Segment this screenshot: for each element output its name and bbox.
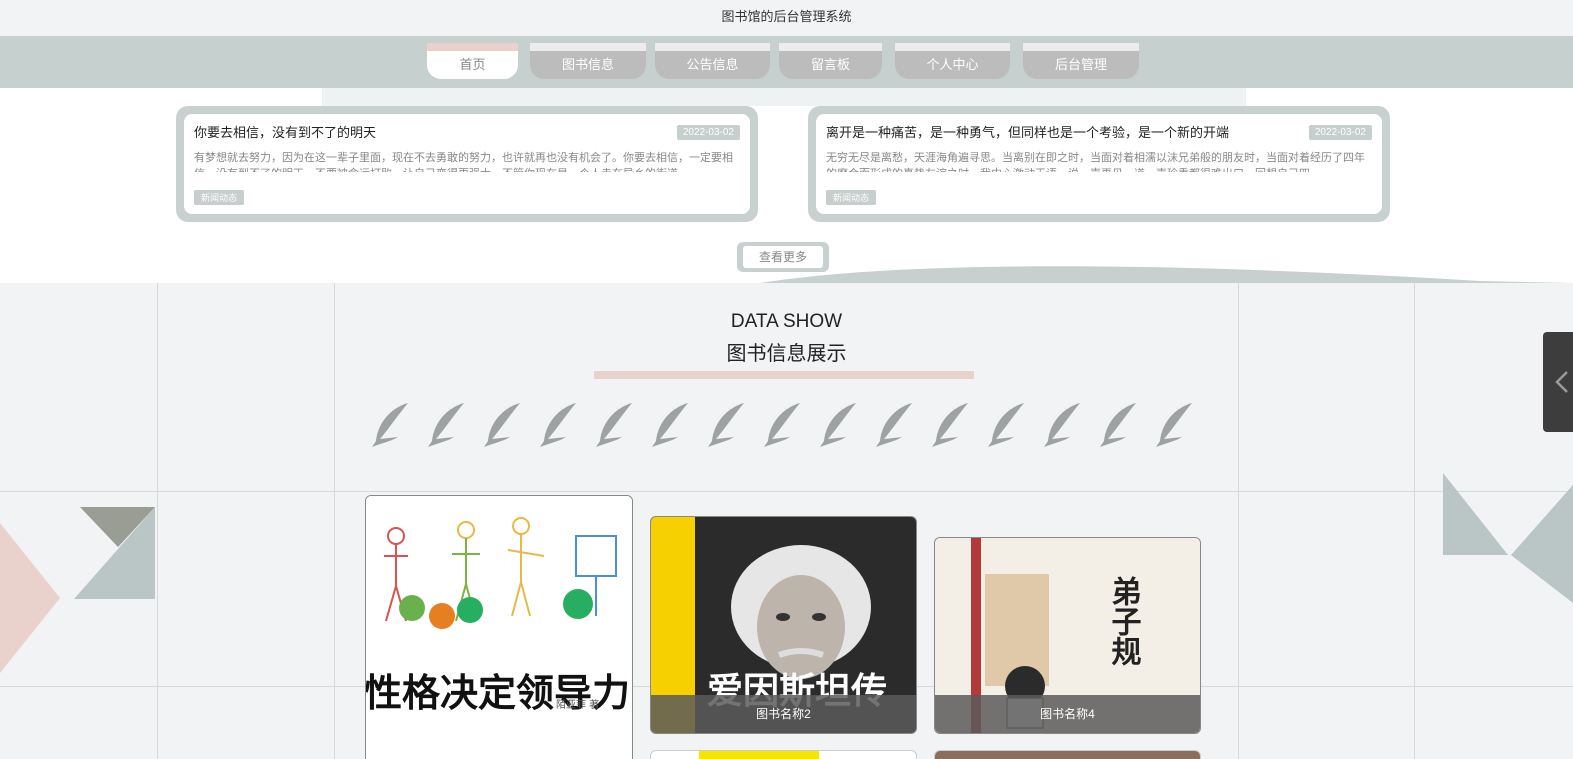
news-category-tag: 新闻动态 [826, 190, 877, 205]
feather-icon [484, 403, 520, 447]
nav-bar: 首页 图书信息 公告信息 留言板 个人中心 后台管理 [0, 36, 1573, 88]
news-card[interactable]: 离开是一种痛苦，是一种勇气，但同样也是一个考验，是一个新的开端 2022-03-… [808, 106, 1390, 222]
tab-home[interactable]: 首页 [427, 43, 518, 79]
book-cover-image [935, 751, 1200, 759]
feather-icon-row [372, 403, 1192, 447]
book-cover-author: 陌亚菲 著 [556, 698, 599, 711]
book-card[interactable]: 弟子规 图书名称4 [934, 537, 1201, 734]
feather-icon [652, 403, 688, 447]
decor-shapes-right [1443, 473, 1573, 603]
feather-icon [540, 403, 576, 447]
decor-shapes-left [0, 507, 155, 673]
news-area-band [322, 88, 1246, 106]
book-card[interactable]: 爱因斯坦传 图书名称2 [650, 516, 917, 734]
feather-icon [1044, 403, 1080, 447]
book-name: 图书名称4 [935, 695, 1200, 733]
book-card[interactable] [934, 750, 1201, 759]
feather-icon [820, 403, 856, 447]
wave-divider [760, 266, 1573, 285]
feather-icon [1156, 403, 1192, 447]
book-name: 图书名称2 [651, 695, 916, 733]
news-title[interactable]: 离开是一种痛苦，是一种勇气，但同样也是一个考验，是一个新的开端 [826, 122, 1372, 144]
tab-announcements[interactable]: 公告信息 [655, 43, 770, 79]
book-cover-image: 性格决定领导力 陌亚菲 著 [366, 496, 632, 759]
section-title-en: DATA SHOW [730, 311, 843, 332]
feather-icon [876, 403, 912, 447]
feather-icon [764, 403, 800, 447]
news-category-tag: 新闻动态 [194, 190, 245, 205]
tab-admin[interactable]: 后台管理 [1023, 43, 1139, 79]
book-card[interactable] [650, 750, 917, 759]
side-panel-toggle[interactable] [1543, 332, 1573, 432]
grid-line [0, 491, 1573, 492]
news-excerpt: 无穷无尽是离愁，天涯海角遍寻思。当离别在即之时，当面对着相濡以沫兄弟般的朋友时，… [826, 152, 1365, 172]
section-underline [594, 371, 974, 379]
feather-icon [708, 403, 744, 447]
book-cover-title: 弟子规 [1106, 576, 1142, 667]
app-title: 图书馆的后台管理系统 [721, 9, 852, 24]
news-card-inner: 你要去相信，没有到不了的明天 2022-03-02 有梦想就去努力，因为在这一辈… [184, 114, 750, 214]
feather-icon [372, 403, 408, 447]
title-bar: 图书馆的后台管理系统 [0, 0, 1573, 36]
tab-book-info[interactable]: 图书信息 [530, 43, 646, 79]
feather-icon [428, 403, 464, 447]
news-date-badge: 2022-03-02 [1308, 125, 1372, 140]
news-excerpt: 有梦想就去努力，因为在这一辈子里面，现在不去勇敢的努力，也许就再也没有机会了。你… [194, 152, 733, 172]
data-show-section: DATA SHOW 图书信息展示 性格决定领导力 陌亚菲 著 爱因斯坦传 图书名… [0, 283, 1573, 759]
news-card[interactable]: 你要去相信，没有到不了的明天 2022-03-02 有梦想就去努力，因为在这一辈… [176, 106, 758, 222]
news-card-inner: 离开是一种痛苦，是一种勇气，但同样也是一个考验，是一个新的开端 2022-03-… [816, 114, 1382, 214]
feather-icon [988, 403, 1024, 447]
feather-icon [596, 403, 632, 447]
feather-icon [932, 403, 968, 447]
tab-message-board[interactable]: 留言板 [779, 43, 882, 79]
feather-icon [1100, 403, 1136, 447]
news-date-badge: 2022-03-02 [676, 125, 740, 140]
chevron-left-icon [1555, 371, 1568, 393]
section-title-cn: 图书信息展示 [726, 343, 847, 365]
book-card[interactable]: 性格决定领导力 陌亚菲 著 [365, 495, 633, 759]
tab-personal-center[interactable]: 个人中心 [895, 43, 1010, 79]
book-cover-image [699, 751, 819, 759]
news-title[interactable]: 你要去相信，没有到不了的明天 [194, 122, 740, 144]
